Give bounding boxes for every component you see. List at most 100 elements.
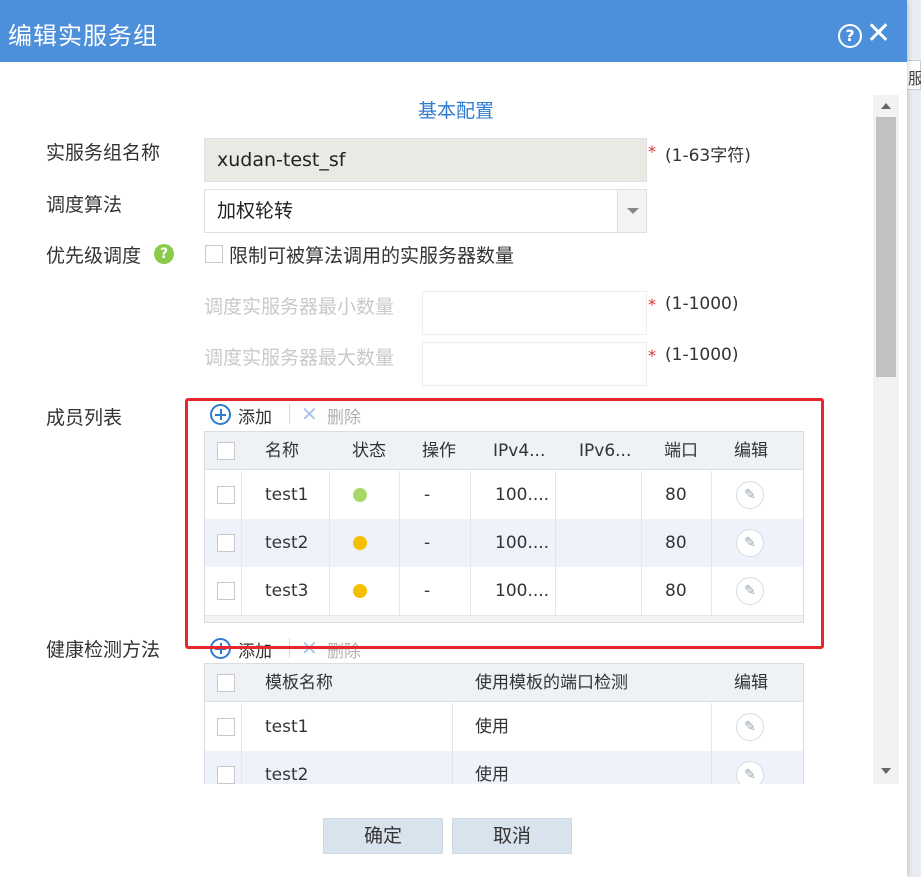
divider [399, 471, 400, 519]
pencil-icon[interactable]: ✎ [736, 577, 764, 605]
divider [241, 471, 242, 519]
delete-member-label: 删除 [327, 408, 361, 428]
divider [711, 519, 712, 567]
member-ipv4: 100.... [495, 485, 550, 505]
member-port: 80 [665, 485, 687, 505]
max-servers-input[interactable] [422, 342, 647, 386]
member-name: test1 [265, 485, 309, 505]
member-port: 80 [665, 581, 687, 601]
cancel-button[interactable]: 取消 [452, 818, 572, 854]
divider [399, 567, 400, 615]
priority-help-icon[interactable]: ? [154, 244, 174, 264]
select-all-members-checkbox[interactable] [217, 442, 235, 460]
select-all-health-checkbox[interactable] [217, 674, 235, 692]
divider [470, 471, 471, 519]
row-checkbox[interactable] [217, 766, 235, 784]
pencil-icon[interactable]: ✎ [736, 761, 764, 784]
max-servers-label: 调度实服务器最大数量 [204, 347, 395, 369]
member-ipv4: 100.... [495, 581, 550, 601]
divider [329, 519, 330, 567]
col-ipv4[interactable]: IPv4... [493, 432, 545, 470]
col-port[interactable]: 端口 [664, 432, 698, 470]
status-dot [353, 584, 367, 598]
member-name: test3 [265, 581, 309, 601]
template-name: test1 [265, 717, 309, 737]
edit-server-group-dialog: 编辑实服务组 ? ✕ 基本配置 实服务组名称 xudan-test_sf * (… [0, 0, 907, 877]
status-dot [353, 488, 367, 502]
dialog-title: 编辑实服务组 [8, 22, 158, 50]
add-health-check-button[interactable]: 添加 [210, 636, 280, 662]
member-ipv4: 100.... [495, 533, 550, 553]
divider [641, 519, 642, 567]
group-name-label: 实服务组名称 [46, 142, 161, 164]
section-title: 基本配置 [418, 100, 495, 122]
member-op: - [424, 533, 431, 553]
limit-servers-checkbox[interactable] [205, 245, 223, 263]
add-health-check-label: 添加 [238, 642, 272, 662]
algorithm-value: 加权轮转 [217, 200, 294, 222]
table-row[interactable]: test1 使用 ✎ [205, 703, 803, 751]
delete-member-button[interactable]: ✕ 删除 [301, 402, 371, 428]
add-member-button[interactable]: 添加 [210, 402, 280, 428]
col-status[interactable]: 状态 [352, 432, 386, 470]
divider [470, 519, 471, 567]
table-row[interactable]: test2 - 100.... 80 ✎ [205, 519, 803, 567]
plus-icon [210, 404, 231, 425]
divider [329, 471, 330, 519]
pencil-icon[interactable]: ✎ [736, 713, 764, 741]
member-op: - [424, 485, 431, 505]
col-ipv6[interactable]: IPv6... [579, 432, 631, 470]
member-table-header: 名称 状态 操作 IPv4... IPv6... 端口 编辑 [205, 432, 803, 470]
add-member-label: 添加 [238, 408, 272, 428]
col-operation[interactable]: 操作 [422, 432, 456, 470]
max-servers-hint: (1-1000) [665, 345, 739, 365]
divider [711, 751, 712, 784]
group-name-field[interactable]: xudan-test_sf [204, 138, 647, 182]
toolbar-divider [289, 638, 290, 658]
col-template-name[interactable]: 模板名称 [265, 664, 333, 702]
divider [241, 567, 242, 615]
template-usage: 使用 [475, 717, 509, 737]
min-servers-input[interactable] [422, 291, 647, 335]
col-edit[interactable]: 编辑 [734, 664, 768, 702]
table-row[interactable]: test3 - 100.... 80 ✎ [205, 567, 803, 615]
table-row[interactable]: test1 - 100.... 80 ✎ [205, 471, 803, 519]
delete-health-check-button[interactable]: ✕ 删除 [301, 636, 371, 662]
row-checkbox[interactable] [217, 582, 235, 600]
help-icon[interactable]: ? [838, 24, 862, 48]
health-table-header: 模板名称 使用模板的端口检测 编辑 [205, 664, 803, 702]
divider [555, 471, 556, 519]
background-window-edge: 服 [905, 60, 921, 90]
health-check-table: 模板名称 使用模板的端口检测 编辑 test1 使用 ✎ test2 使用 ✎ [204, 663, 804, 784]
priority-label: 优先级调度 [46, 245, 142, 267]
col-edit[interactable]: 编辑 [734, 432, 768, 470]
pencil-icon[interactable]: ✎ [736, 529, 764, 557]
table-row[interactable]: test2 使用 ✎ [205, 751, 803, 784]
row-checkbox[interactable] [217, 486, 235, 504]
scroll-thumb[interactable] [876, 117, 896, 377]
min-servers-label: 调度实服务器最小数量 [204, 296, 395, 318]
member-name: test2 [265, 533, 309, 553]
algorithm-select[interactable]: 加权轮转 [204, 189, 647, 233]
row-checkbox[interactable] [217, 718, 235, 736]
toolbar-divider [289, 404, 290, 424]
pencil-icon[interactable]: ✎ [736, 481, 764, 509]
scroll-up-icon[interactable] [881, 103, 891, 109]
delete-health-check-label: 删除 [327, 642, 361, 662]
close-icon[interactable]: ✕ [866, 19, 891, 50]
scroll-down-icon[interactable] [881, 768, 891, 774]
dialog-scrollbar[interactable] [873, 95, 899, 784]
status-dot [353, 536, 367, 550]
row-checkbox[interactable] [217, 534, 235, 552]
dialog-titlebar: 编辑实服务组 ? ✕ [0, 0, 907, 62]
chevron-down-icon[interactable] [617, 190, 646, 232]
divider [399, 519, 400, 567]
limit-servers-label: 限制可被算法调用的实服务器数量 [229, 245, 515, 267]
ok-button[interactable]: 确定 [323, 818, 443, 854]
divider [452, 751, 453, 784]
required-mark: * [648, 346, 656, 365]
col-template-usage[interactable]: 使用模板的端口检测 [475, 664, 628, 702]
divider [241, 519, 242, 567]
col-name[interactable]: 名称 [265, 432, 299, 470]
table-h-scrollbar[interactable] [205, 615, 803, 622]
